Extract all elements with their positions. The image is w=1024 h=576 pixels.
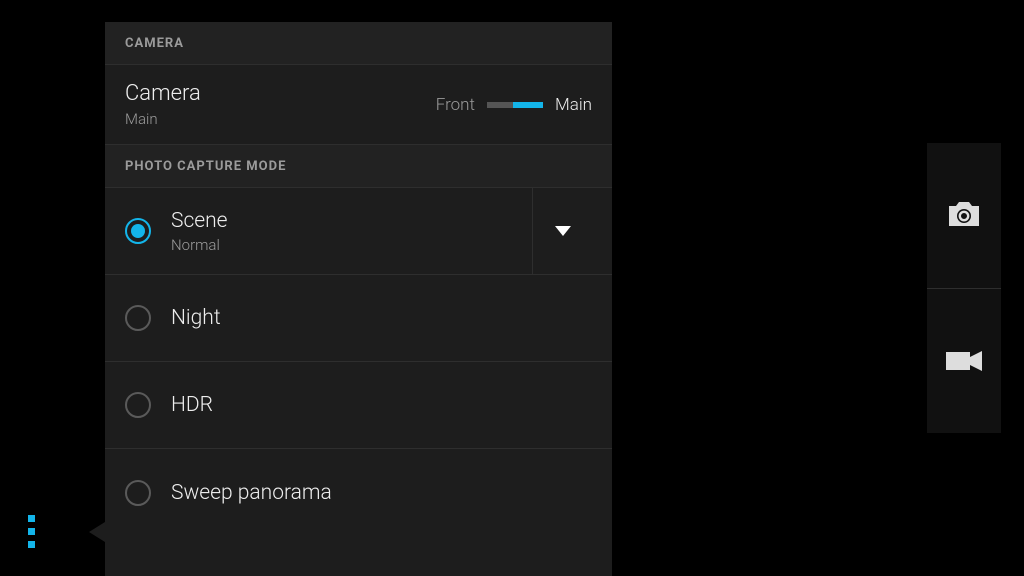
camera-toggle-main-label: Main [555,95,592,115]
caret-down-icon [555,226,571,236]
section-header-mode-label: PHOTO CAPTURE MODE [125,159,286,174]
video-icon [944,348,984,374]
mode-row-night[interactable]: Night [105,275,612,362]
photo-mode-button[interactable] [927,143,1001,289]
radio-sweep-panorama[interactable] [125,480,151,506]
mode-primary-hdr: HDR [171,393,592,417]
mode-primary-night: Night [171,306,592,330]
mode-expand-scene[interactable] [532,188,592,274]
mode-primary-sweep-panorama: Sweep panorama [171,481,592,505]
section-header-camera-label: CAMERA [125,36,184,51]
camera-selector-title: Camera [125,81,436,106]
mode-label-scene: Scene Normal [171,209,532,254]
radio-hdr[interactable] [125,392,151,418]
menu-dot [28,528,35,535]
mode-label-sweep-panorama: Sweep panorama [171,481,592,505]
menu-dot [28,515,35,522]
camera-toggle-front-label: Front [436,95,475,115]
capture-mode-switch [927,143,1001,433]
mode-label-night: Night [171,306,592,330]
section-header-camera: CAMERA [105,22,612,65]
camera-selector-row[interactable]: Camera Main Front Main [105,65,612,145]
radio-night[interactable] [125,305,151,331]
section-header-mode: PHOTO CAPTURE MODE [105,145,612,188]
mode-secondary-scene: Normal [171,236,532,254]
camera-selector-value: Main [125,110,436,128]
camera-icon [945,200,983,230]
radio-scene[interactable] [125,218,151,244]
camera-toggle[interactable]: Front Main [436,95,592,115]
mode-label-hdr: HDR [171,393,592,417]
popup-pointer [89,522,105,542]
camera-toggle-track[interactable] [487,102,543,108]
menu-dots-icon[interactable] [28,515,35,548]
camera-settings-panel: CAMERA Camera Main Front Main PHOTO CAPT… [105,22,612,576]
mode-row-scene[interactable]: Scene Normal [105,188,612,275]
camera-toggle-knob [513,102,543,108]
mode-primary-scene: Scene [171,209,532,233]
camera-selector-label-col: Camera Main [125,81,436,128]
menu-dot [28,541,35,548]
video-mode-button[interactable] [927,289,1001,434]
mode-row-hdr[interactable]: HDR [105,362,612,449]
mode-row-sweep-panorama[interactable]: Sweep panorama [105,449,612,536]
